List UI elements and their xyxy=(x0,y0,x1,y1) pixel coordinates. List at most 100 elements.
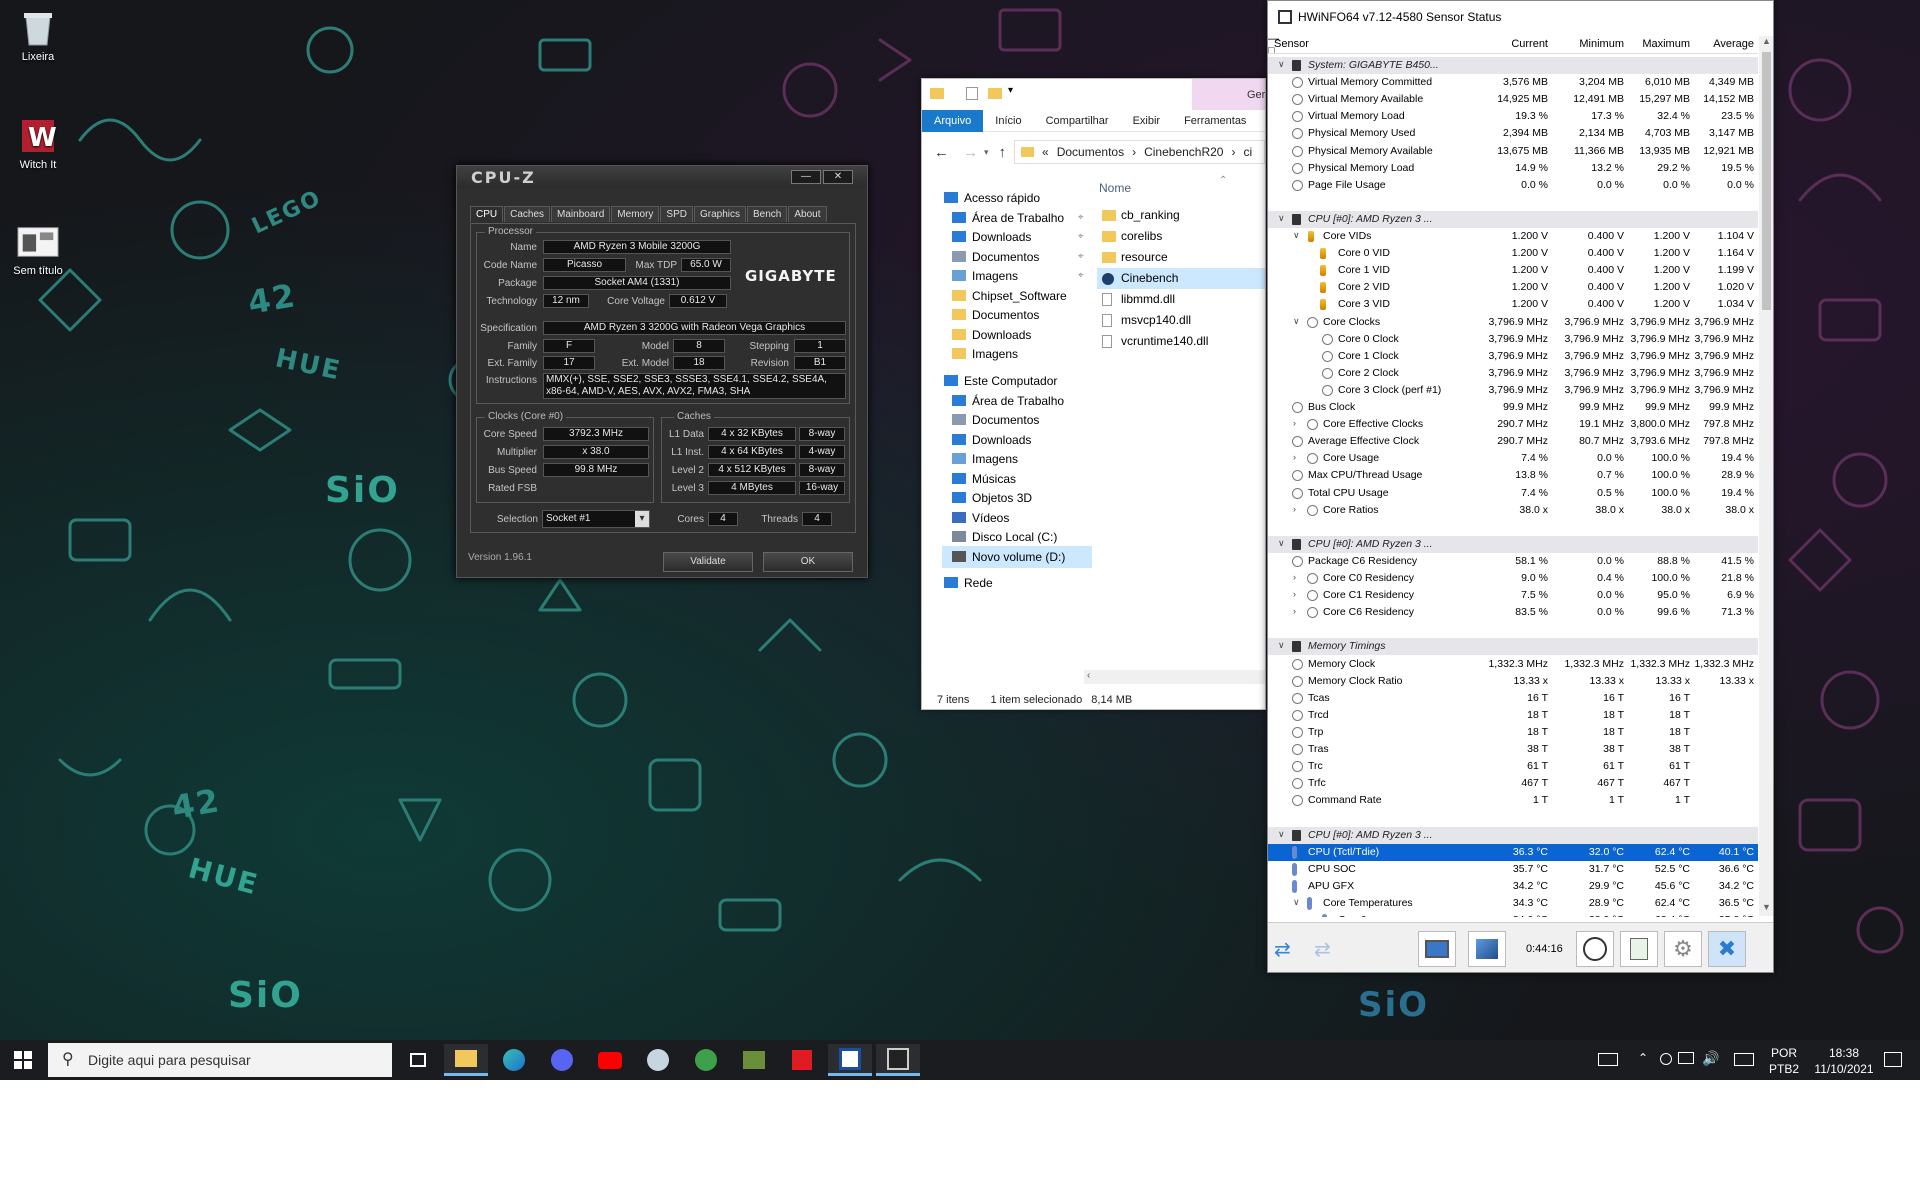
taskbar-xbox[interactable] xyxy=(684,1044,728,1076)
ribbon-context-tab[interactable]: Gere xyxy=(1192,79,1265,110)
expand-icon[interactable]: › xyxy=(1293,418,1296,428)
touch-keyboard-icon[interactable] xyxy=(1734,1053,1754,1066)
tab-caches[interactable]: Caches xyxy=(504,206,551,222)
ribbon-tab[interactable]: Compartilhar xyxy=(1034,115,1121,127)
taskbar-game-app[interactable] xyxy=(732,1044,776,1076)
column-header-name[interactable]: Nome ⌃ xyxy=(1099,175,1227,195)
sensor-row[interactable]: Tras 38 T 38 T 38 T xyxy=(1268,741,1758,758)
collapse-icon[interactable]: ∨ xyxy=(1293,316,1300,327)
sensor-row[interactable]: Memory Clock 1,332.3 MHz 1,332.3 MHz 1,332.… xyxy=(1268,656,1758,673)
breadcrumb-item[interactable]: ci xyxy=(1243,145,1252,159)
sensor-row[interactable]: Core 2 VID 1.200 V 0.400 V 1.200 V 1.020 V xyxy=(1268,279,1758,296)
ribbon-tab[interactable]: Exibir xyxy=(1121,115,1173,127)
network-icon[interactable] xyxy=(1678,1052,1694,1064)
collapse-icon[interactable]: ∨ xyxy=(1293,230,1300,241)
vertical-scrollbar[interactable]: ▲ ▼ xyxy=(1759,36,1773,916)
start-button[interactable] xyxy=(0,1040,46,1080)
expand-icon[interactable]: › xyxy=(1293,504,1296,514)
collapse-icon[interactable]: ∨ xyxy=(1278,213,1285,224)
tab-cpu[interactable]: CPU xyxy=(470,206,504,222)
column-average[interactable]: Average xyxy=(1684,38,1754,50)
sensor-row[interactable]: CPU (Tctl/Tdie) 36.3 °C 32.0 °C 62.4 °C 40.1… xyxy=(1268,843,1758,861)
minimize-button[interactable]: — xyxy=(791,170,821,184)
column-current[interactable]: Current xyxy=(1478,38,1548,50)
settings-button[interactable]: ⚙ xyxy=(1664,931,1702,967)
sensor-row[interactable]: › Core Ratios 38.0 x 38.0 x 38.0 x 38.0 x xyxy=(1268,502,1758,519)
sensor-row[interactable]: Trfc 467 T 467 T 467 T xyxy=(1268,775,1758,792)
sensor-row[interactable]: Virtual Memory Available 14,925 MB 12,491 … xyxy=(1268,91,1758,108)
sensor-row[interactable]: Core 2 Clock 3,796.9 MHz 3,796.9 MHz 3,796.… xyxy=(1268,365,1758,382)
taskbar-amd[interactable] xyxy=(780,1044,824,1076)
expand-icon[interactable]: › xyxy=(1293,452,1296,462)
collapse-icon[interactable]: ∨ xyxy=(1278,538,1285,549)
sensor-group-row[interactable]: ∨ Memory Timings xyxy=(1268,638,1758,656)
ok-button[interactable]: OK xyxy=(763,552,853,572)
collapse-icon[interactable]: ∨ xyxy=(1278,59,1285,70)
sensor-group-row[interactable]: ∨ System: GIGABYTE B450... xyxy=(1268,57,1758,74)
sensor-row[interactable]: Tcas 16 T 16 T 16 T xyxy=(1268,690,1758,707)
network-button[interactable] xyxy=(1418,931,1456,967)
sensor-group-row[interactable]: ∨ CPU [#0]: AMD Ryzen 3 ... xyxy=(1268,535,1758,553)
sensor-row[interactable]: Trc 61 T 61 T 61 T xyxy=(1268,758,1758,775)
taskbar-cpuz[interactable] xyxy=(876,1044,920,1076)
explorer-titlebar[interactable]: ▾ Gere xyxy=(922,79,1265,110)
file-item[interactable]: Cinebench xyxy=(1097,268,1265,289)
sensor-row[interactable]: › Core Usage 7.4 % 0.0 % 100.0 % 19.4 % xyxy=(1268,450,1758,467)
sensor-row[interactable]: Physical Memory Used 2,394 MB 2,134 MB 4,70… xyxy=(1268,125,1758,142)
tab-spd[interactable]: SPD xyxy=(660,206,693,222)
add-log-button[interactable] xyxy=(1620,931,1658,967)
sensor-row[interactable]: CPU SOC 35.7 °C 31.7 °C 52.5 °C 36.6 °C xyxy=(1268,861,1758,878)
sensor-row[interactable]: Package C6 Residency 58.1 % 0.0 % 88.8 % 41.… xyxy=(1268,553,1758,570)
desktop-icon-sem-titulo[interactable]: Sem título xyxy=(0,222,76,277)
taskbar-search-input[interactable]: ⚲ Digite aqui para pesquisar xyxy=(48,1043,392,1077)
up-arrow-icon[interactable]: ↑ xyxy=(999,144,1007,161)
breadcrumb-item[interactable]: Documentos xyxy=(1057,145,1124,159)
new-folder-icon[interactable] xyxy=(988,88,1002,99)
expand-icon[interactable]: › xyxy=(1293,606,1296,616)
sensor-row[interactable]: Core 3 Clock (perf #1) 3,796.9 MHz 3,796.9… xyxy=(1268,382,1758,399)
file-item[interactable]: vcruntime140.dll xyxy=(1097,331,1265,352)
expand-icon[interactable]: › xyxy=(1293,589,1296,599)
sensor-row[interactable]: › Core C6 Residency 83.5 % 0.0 % 99.6 % 71.3 … xyxy=(1268,604,1758,621)
sensor-row[interactable]: Core 0 VID 1.200 V 0.400 V 1.200 V 1.164 V xyxy=(1268,245,1758,262)
sensor-row[interactable]: Core0 34.0 °C 28.9 °C62.4 °C35.8 °C xyxy=(1268,912,1758,917)
breadcrumb[interactable]: « Documentos › CinebenchR20 › ci xyxy=(1014,140,1265,164)
sensor-row[interactable]: › Core C0 Residency 9.0 % 0.4 % 100.0 % 21.8 … xyxy=(1268,570,1758,587)
sensor-row[interactable]: Physical Memory Available 13,675 MB 11,366… xyxy=(1268,143,1758,160)
sensor-group-row[interactable]: ∨ CPU [#0]: AMD Ryzen 3 ... xyxy=(1268,826,1758,844)
socket-select[interactable]: Socket #1 ▾ xyxy=(542,510,650,528)
file-item[interactable]: corelibs xyxy=(1097,226,1265,247)
sensor-group-row[interactable]: ∨ CPU [#0]: AMD Ryzen 3 ... xyxy=(1268,210,1758,228)
collapse-icon[interactable]: ∨ xyxy=(1293,897,1300,908)
sensor-row[interactable]: Total CPU Usage 7.4 % 0.5 % 100.0 % 19.4 % xyxy=(1268,485,1758,502)
file-item[interactable]: resource xyxy=(1097,247,1265,268)
sensor-row[interactable]: › Core C1 Residency 7.5 % 0.0 % 95.0 % 6.9 % xyxy=(1268,587,1758,604)
tab-memory[interactable]: Memory xyxy=(611,206,660,222)
sensor-row[interactable]: Trcd 18 T 18 T 18 T xyxy=(1268,707,1758,724)
column-maximum[interactable]: Maximum xyxy=(1620,38,1690,50)
sensor-row[interactable]: Core 3 VID 1.200 V 0.400 V 1.200 V 1.034 V xyxy=(1268,296,1758,313)
collapse-icon[interactable]: ∨ xyxy=(1278,640,1285,651)
ribbon-tab[interactable]: Arquivo xyxy=(922,109,984,132)
sensor-row[interactable]: Average Effective Clock 290.7 MHz 80.7 MHz… xyxy=(1268,433,1758,450)
sensor-row[interactable]: › Core Effective Clocks 290.7 MHz 19.1 MHz 3… xyxy=(1268,416,1758,433)
hwinfo-titlebar[interactable]: HWiNFO64 v7.12-4580 Sensor Status xyxy=(1268,1,1773,33)
collapse-icon[interactable]: ∨ xyxy=(1278,829,1285,840)
desktop-icon-witch-it[interactable]: W Witch It xyxy=(0,116,76,171)
task-view-button[interactable] xyxy=(396,1044,440,1076)
sensor-row[interactable]: Command Rate 1 T 1 T 1 T xyxy=(1268,792,1758,809)
tab-bench[interactable]: Bench xyxy=(747,206,788,222)
close-button[interactable]: ✕ xyxy=(823,170,853,184)
forward-arrow-icon[interactable]: → xyxy=(963,144,978,161)
sensor-row[interactable]: ∨ Core Clocks 3,796.9 MHz 3,796.9 MHz 3,796.… xyxy=(1268,314,1758,331)
file-item[interactable]: msvcp140.dll xyxy=(1097,310,1265,331)
sensor-row[interactable]: Memory Clock Ratio 13.33 x 13.33 x 13.33 x 1… xyxy=(1268,673,1758,690)
taskbar-hwinfo[interactable] xyxy=(828,1044,872,1076)
webcam-icon[interactable] xyxy=(1660,1053,1672,1065)
sensor-row[interactable]: Bus Clock 99.9 MHz 99.9 MHz 99.9 MHz 99.9 MH… xyxy=(1268,399,1758,416)
sensor-row[interactable]: Trp 18 T 18 T 18 T xyxy=(1268,724,1758,741)
reset-clock-button[interactable] xyxy=(1576,931,1614,967)
file-item[interactable]: cb_ranking xyxy=(1097,205,1265,226)
sensor-row[interactable]: Core 1 VID 1.200 V 0.400 V 1.200 V 1.199 V xyxy=(1268,262,1758,279)
sensor-row[interactable]: Core 1 Clock 3,796.9 MHz 3,796.9 MHz 3,796.… xyxy=(1268,348,1758,365)
